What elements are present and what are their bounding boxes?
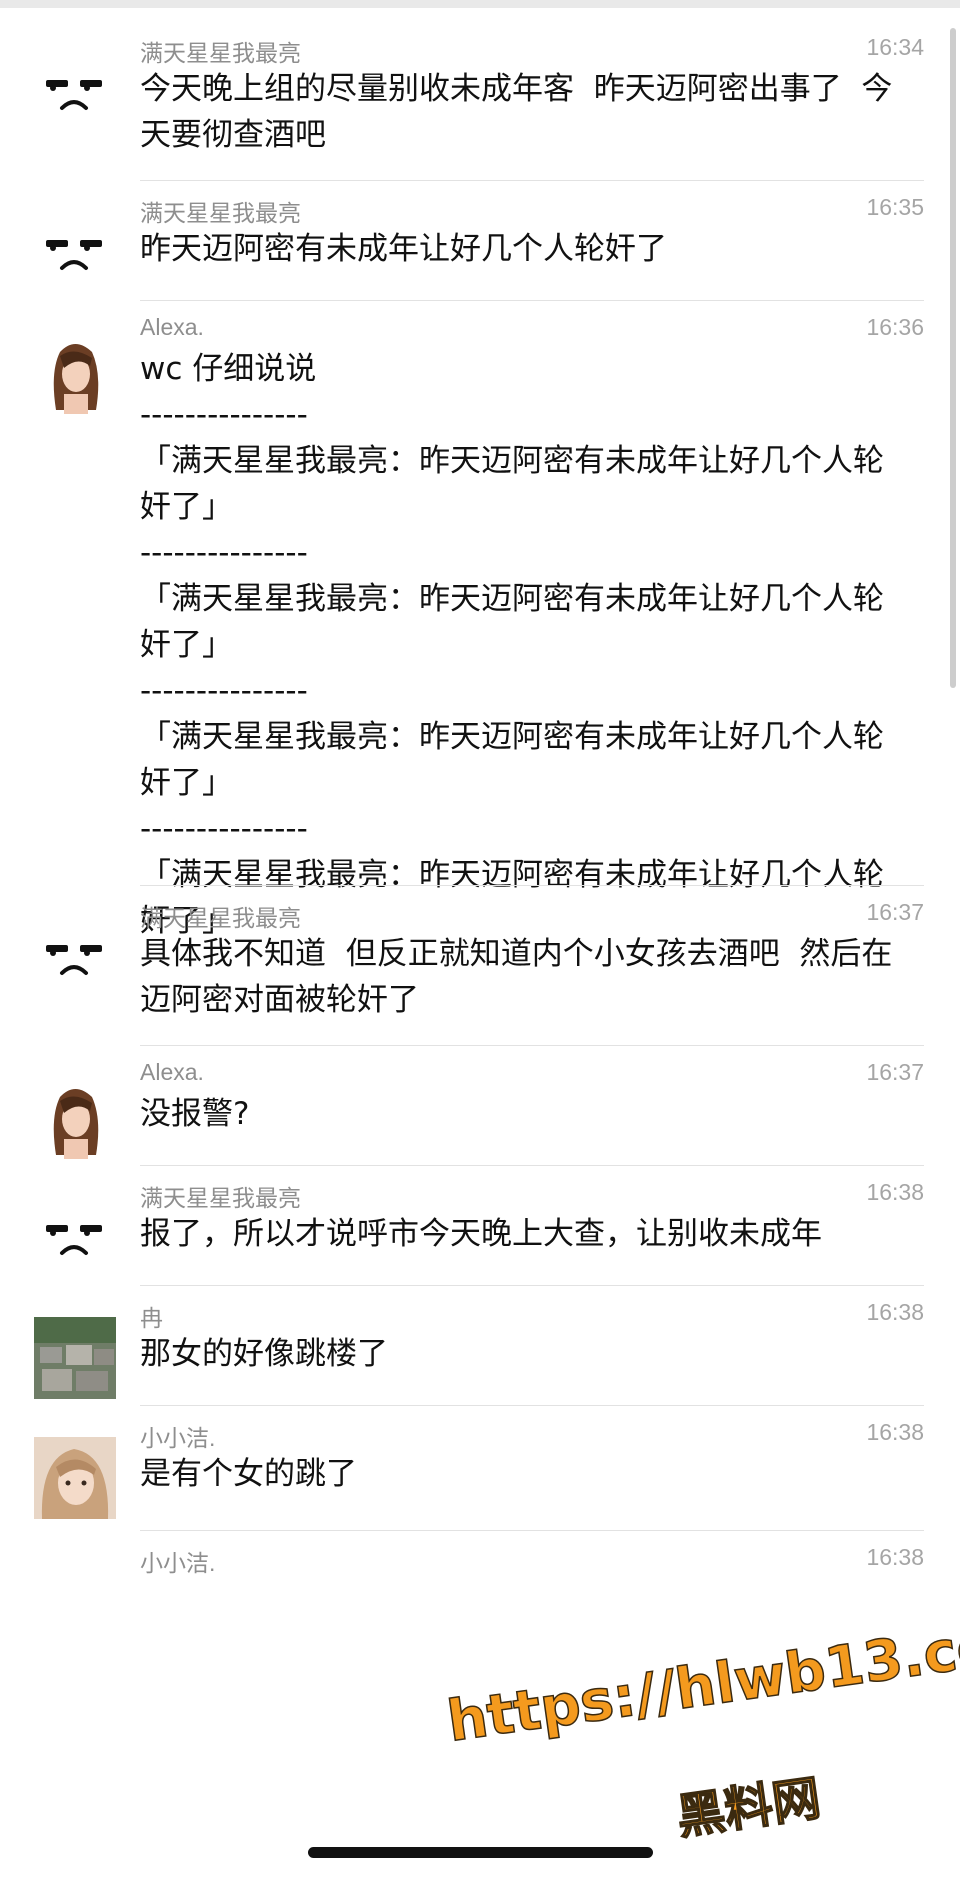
- sad-face-icon[interactable]: [34, 52, 116, 134]
- message-text: wc 仔细说说 --------------- 「满天星星我最亮：昨天迈阿密有未成年…: [140, 346, 930, 944]
- top-strip: [0, 0, 960, 8]
- scrollbar[interactable]: [950, 28, 956, 688]
- sender-name: Alexa.: [140, 1059, 204, 1085]
- message-line: 没报警?: [140, 1096, 250, 1132]
- message-time: 16:36: [866, 314, 924, 340]
- message-time: 16:38: [866, 1299, 924, 1325]
- message-line: 奸了」: [140, 627, 233, 663]
- message-time: 16:35: [866, 194, 924, 220]
- sad-face-icon[interactable]: [34, 212, 116, 294]
- message-time: 16:38: [866, 1179, 924, 1205]
- home-indicator[interactable]: [308, 1847, 653, 1858]
- message-line: 今天晚上组的尽量别收未成年客 昨天迈阿密出事了 今: [140, 71, 893, 107]
- message-line: ---------------: [140, 397, 308, 433]
- message-time: 16:37: [866, 1059, 924, 1085]
- message-text: 那女的好像跳楼了: [140, 1331, 930, 1377]
- watermark-site: 黑料网: [673, 1769, 825, 1846]
- avatar[interactable]: [34, 1077, 116, 1159]
- avatar[interactable]: [34, 332, 116, 414]
- message-line: 「满天星星我最亮：昨天迈阿密有未成年让好几个人轮: [140, 581, 884, 617]
- sender-name: 冉: [140, 1305, 163, 1331]
- message-line: 具体我不知道 但反正就知道内个小女孩去酒吧 然后在: [140, 936, 893, 972]
- sender-name: 满天星星我最亮: [140, 1185, 301, 1211]
- message-text: 具体我不知道 但反正就知道内个小女孩去酒吧 然后在 迈阿密对面被轮奸了: [140, 931, 930, 1023]
- message-text: 是有个女的跳了: [140, 1451, 930, 1497]
- divider: [140, 1165, 924, 1166]
- message-line: 「满天星星我最亮：昨天迈阿密有未成年让好几个人轮: [140, 443, 884, 479]
- sender-name: 小小洁.: [140, 1550, 216, 1576]
- avatar[interactable]: [34, 1437, 116, 1519]
- message-line: 奸了」: [140, 489, 233, 525]
- message-line: ---------------: [140, 811, 308, 847]
- sender-name: 满天星星我最亮: [140, 200, 301, 226]
- divider: [140, 1530, 924, 1531]
- message-time: 16:37: [866, 899, 924, 925]
- message-line: 天要彻查酒吧: [140, 117, 326, 153]
- message-line: 昨天迈阿密有未成年让好几个人轮奸了: [140, 231, 667, 267]
- divider: [140, 180, 924, 181]
- message-line: 是有个女的跳了: [140, 1456, 357, 1492]
- sad-face-icon[interactable]: [34, 917, 116, 999]
- message-line: 「满天星星我最亮：昨天迈阿密有未成年让好几个人轮: [140, 857, 884, 893]
- sender-name: 小小洁.: [140, 1425, 216, 1451]
- message-text: 昨天迈阿密有未成年让好几个人轮奸了: [140, 226, 930, 272]
- divider: [140, 300, 924, 301]
- message-line: 迈阿密对面被轮奸了: [140, 982, 419, 1018]
- watermark-url: https://hlwb13.com: [443, 1605, 960, 1756]
- sender-name: Alexa.: [140, 314, 204, 340]
- divider: [140, 1405, 924, 1406]
- divider: [140, 1045, 924, 1046]
- message-time: 16:34: [866, 34, 924, 60]
- divider: [140, 885, 924, 886]
- message-text: 没报警?: [140, 1091, 930, 1137]
- sender-name: 满天星星我最亮: [140, 905, 301, 931]
- message-line: 那女的好像跳楼了: [140, 1336, 388, 1372]
- divider: [140, 1285, 924, 1286]
- message-line: 「满天星星我最亮：昨天迈阿密有未成年让好几个人轮: [140, 719, 884, 755]
- message-line: ---------------: [140, 673, 308, 709]
- message-text: 今天晚上组的尽量别收未成年客 昨天迈阿密出事了 今天要彻查酒吧: [140, 66, 930, 158]
- sad-face-icon[interactable]: [34, 1197, 116, 1279]
- message-time: 16:38: [866, 1544, 924, 1570]
- avatar[interactable]: [34, 1317, 116, 1399]
- sender-name: 满天星星我最亮: [140, 40, 301, 66]
- message-text: 报了，所以才说呼市今天晚上大查，让别收未成年: [140, 1211, 930, 1257]
- message-line: 报了，所以才说呼市今天晚上大查，让别收未成年: [140, 1216, 822, 1252]
- message-time: 16:38: [866, 1419, 924, 1445]
- message-line: ---------------: [140, 535, 308, 571]
- message-line: wc 仔细说说: [140, 351, 317, 387]
- message-line: 奸了」: [140, 765, 233, 801]
